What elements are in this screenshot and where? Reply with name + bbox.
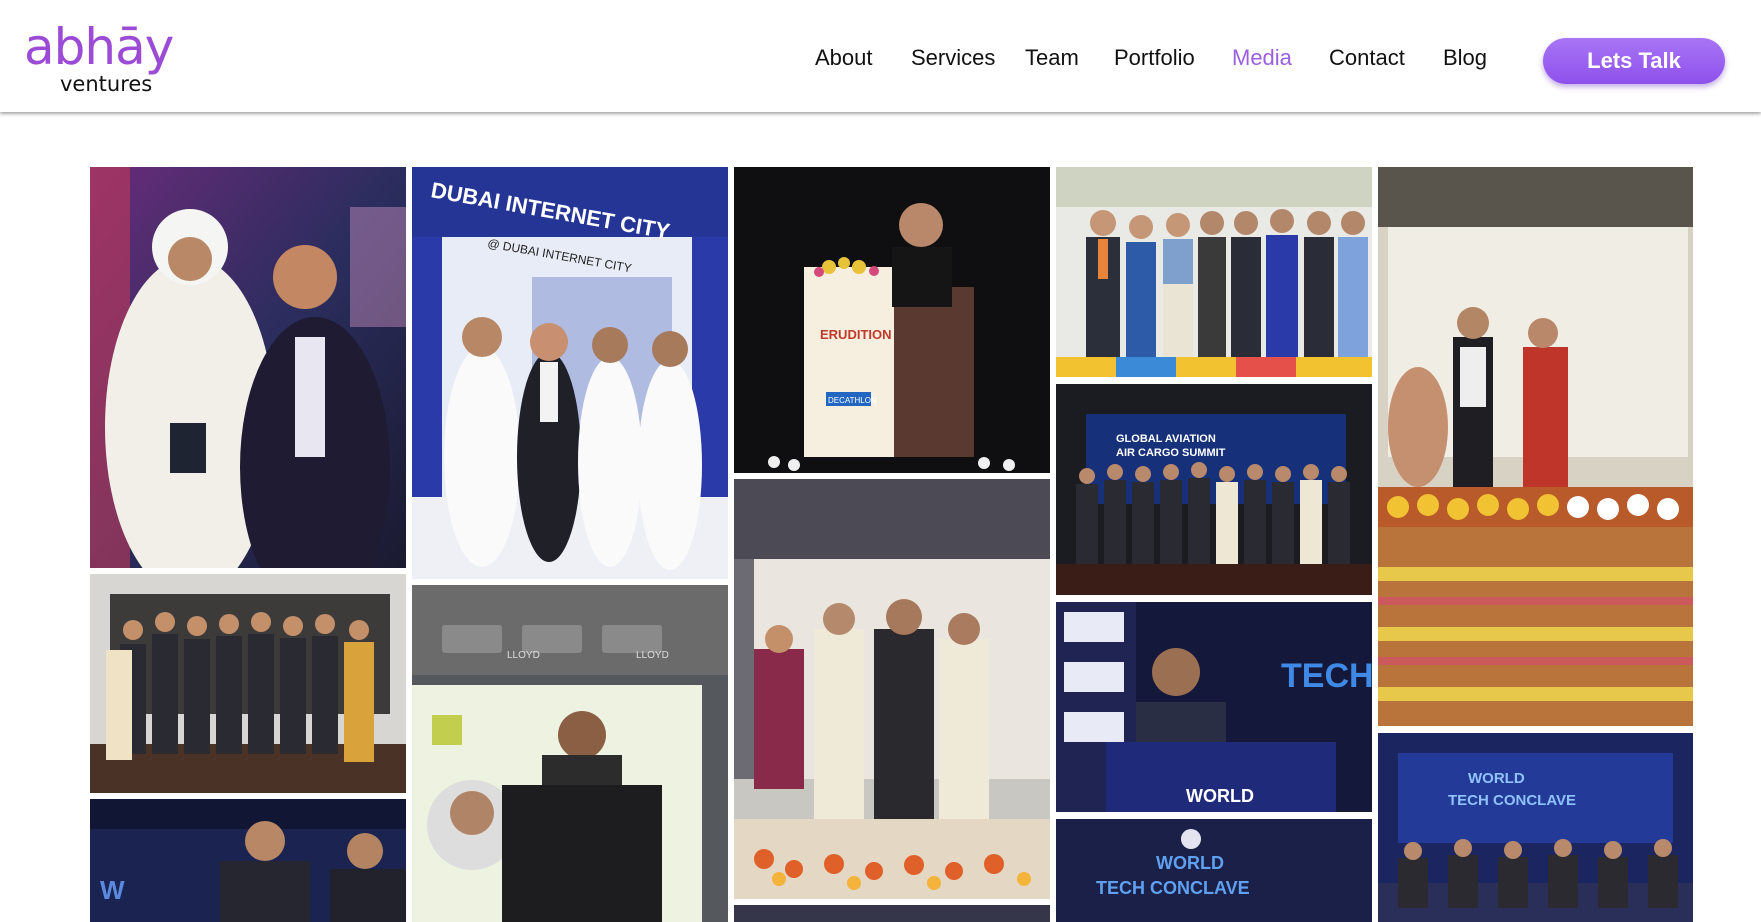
photo-sign: LLOYD [507,650,540,661]
nav-services[interactable]: Services [911,45,995,71]
brand-name: abhāy [24,18,174,76]
gallery-photo[interactable] [90,167,406,568]
nav-portfolio[interactable]: Portfolio [1114,45,1195,71]
photo-sign: WORLD [1156,853,1224,873]
photo-sign: WORLD [1468,770,1525,787]
photo-sign: AIR CARGO SUMMIT [1116,447,1226,459]
nav-blog[interactable]: Blog [1443,45,1487,71]
photo-sign: TECH [1281,657,1372,695]
brand-logo[interactable]: abhāy ventures [24,18,194,98]
gallery-photo[interactable]: GLOBAL AVIATION AIR CARGO SUMMIT [1056,384,1372,595]
media-gallery: W DUBAI INTERNET CITY @ DUBAI INTERNET C… [0,0,1761,922]
photo-sign: TECH CONCLAVE [1096,878,1250,898]
gallery-photo[interactable]: W [90,799,406,922]
photo-sign: WORLD [1186,786,1254,806]
gallery-photo[interactable]: TECH WORLD [1056,602,1372,812]
gallery-photo[interactable] [734,479,1050,899]
photo-sign: DECATHLON [828,396,877,405]
gallery-photo[interactable]: ERUDITION DECATHLON [734,167,1050,473]
site-header: abhāy ventures About Services Team Portf… [0,0,1761,112]
nav-team[interactable]: Team [1025,45,1079,71]
photo-sign: TECH CONCLAVE [1448,792,1576,809]
lets-talk-button[interactable]: Lets Talk [1543,38,1725,84]
gallery-photo[interactable] [1378,167,1693,726]
nav-about[interactable]: About [815,45,873,71]
gallery-photo[interactable] [1056,167,1372,377]
nav-media[interactable]: Media [1232,45,1292,71]
gallery-photo[interactable]: LLOYD LLOYD [412,585,728,922]
photo-sign: GLOBAL AVIATION [1116,433,1216,445]
svg-text:W: W [100,875,125,905]
gallery-photo[interactable] [734,905,1050,922]
gallery-photo[interactable] [90,574,406,793]
gallery-photo[interactable]: WORLD TECH CONCLAVE [1056,819,1372,922]
photo-sign: LLOYD [636,650,669,661]
brand-subtitle: ventures [60,72,153,96]
gallery-photo[interactable]: DUBAI INTERNET CITY @ DUBAI INTERNET CIT… [412,167,728,579]
gallery-photo[interactable]: WORLD TECH CONCLAVE [1378,733,1693,922]
photo-sign: ERUDITION [820,327,892,342]
nav-contact[interactable]: Contact [1329,45,1405,71]
